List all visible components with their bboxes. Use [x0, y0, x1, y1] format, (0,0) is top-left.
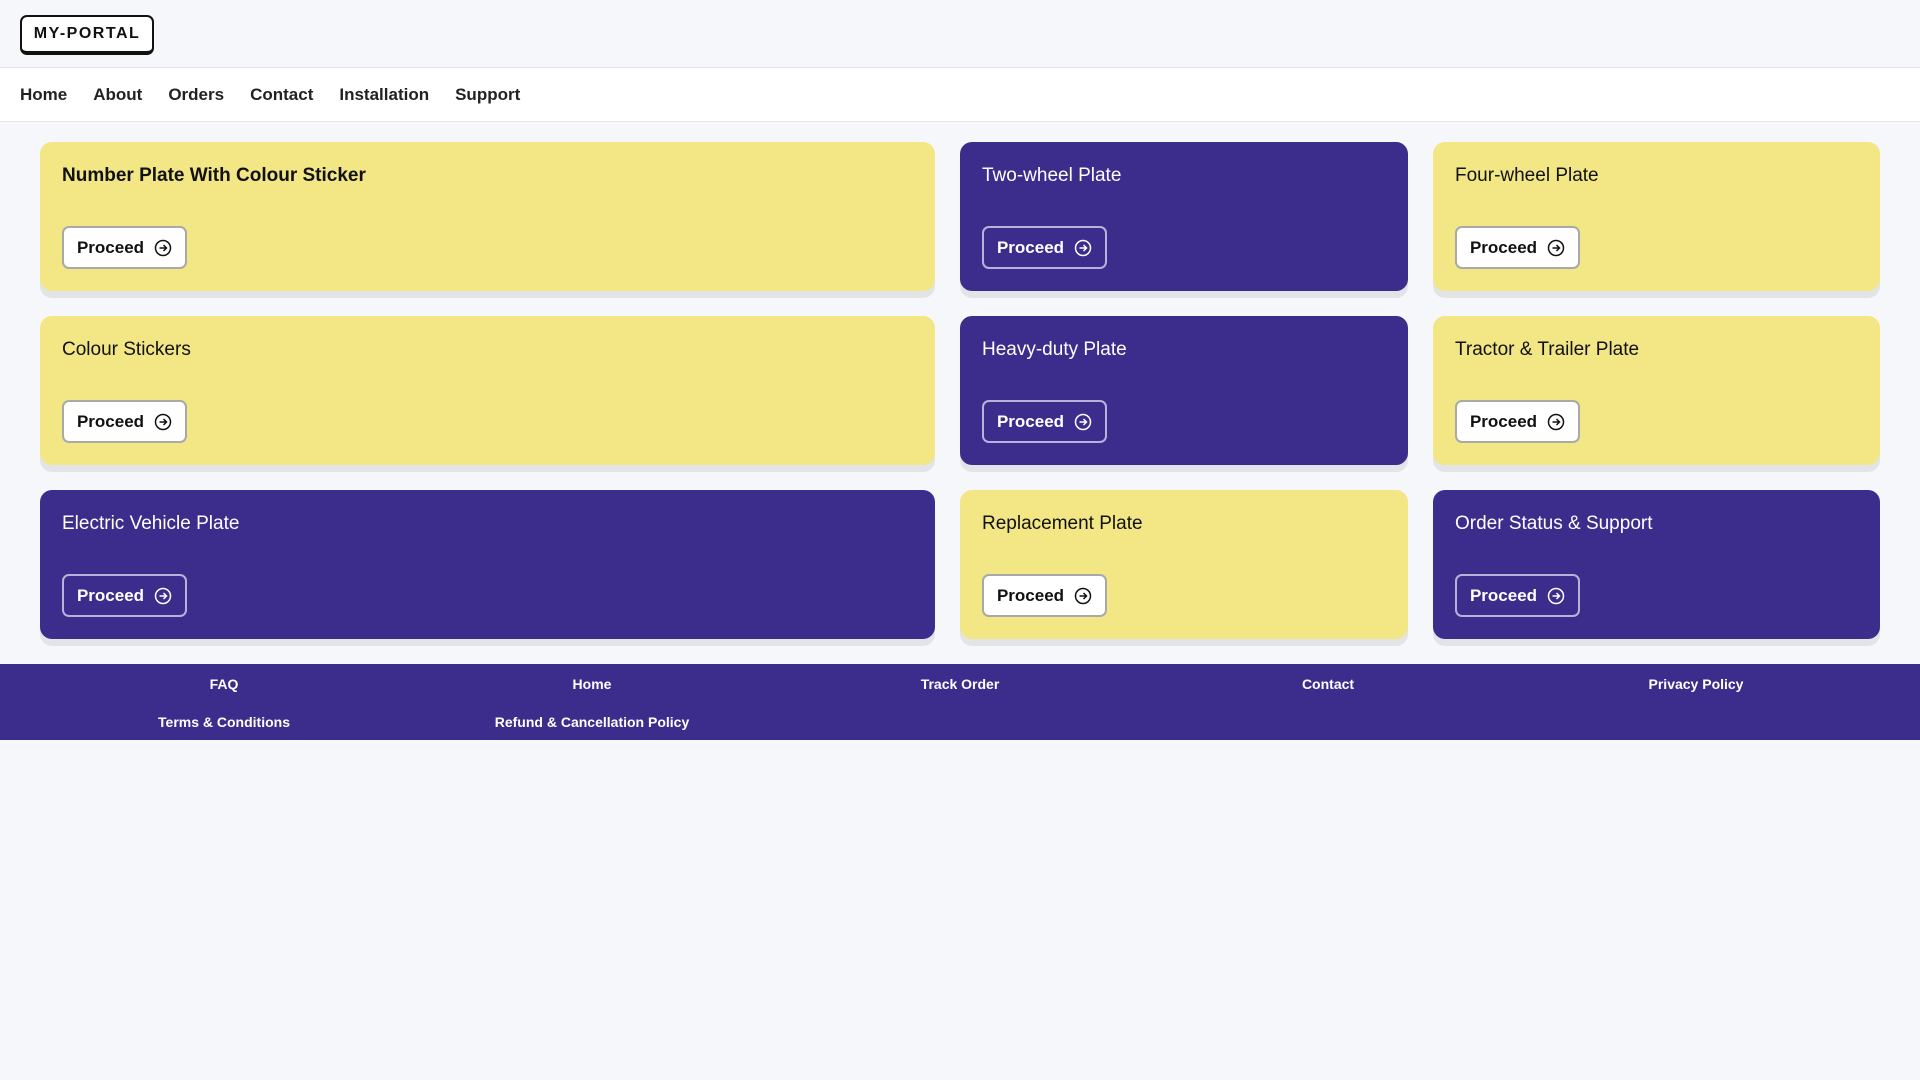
arrow-circle-right-icon	[154, 413, 172, 431]
proceed-label: Proceed	[996, 411, 1065, 431]
footer-privacy-policy[interactable]: Privacy Policy	[1512, 676, 1880, 695]
arrow-circle-right-icon	[1074, 239, 1092, 257]
proceed-label: Proceed	[1469, 585, 1538, 605]
header: MY-PORTAL	[0, 0, 1920, 68]
nav-support[interactable]: Support	[455, 85, 520, 105]
card-title: Number Plate With Colour Sticker	[62, 165, 366, 186]
service-card: Heavy-duty Plate Proceed	[960, 316, 1408, 465]
arrow-circle-right-icon	[1074, 587, 1092, 605]
proceed-button[interactable]: Proceed	[62, 400, 187, 443]
arrow-circle-right-icon	[1074, 413, 1092, 431]
proceed-button[interactable]: Proceed	[982, 226, 1107, 269]
nav-orders[interactable]: Orders	[168, 85, 224, 105]
service-card: Tractor & Trailer Plate Proceed	[1433, 316, 1880, 465]
arrow-circle-right-icon	[1547, 239, 1565, 257]
proceed-label: Proceed	[76, 585, 145, 605]
logo[interactable]: MY-PORTAL	[20, 15, 154, 55]
proceed-label: Proceed	[1469, 237, 1538, 257]
proceed-button[interactable]: Proceed	[1455, 226, 1580, 269]
proceed-button[interactable]: Proceed	[982, 574, 1107, 617]
proceed-button[interactable]: Proceed	[62, 226, 187, 269]
main-nav: Home About Orders Contact Installation S…	[0, 68, 1920, 122]
card-title: Replacement Plate	[982, 513, 1143, 534]
card-title: Four-wheel Plate	[1455, 165, 1599, 186]
nav-home[interactable]: Home	[20, 85, 67, 105]
service-card: Replacement Plate Proceed	[960, 490, 1408, 639]
proceed-label: Proceed	[996, 237, 1065, 257]
service-grid: Number Plate With Colour Sticker Proceed…	[0, 122, 1920, 639]
service-card: Four-wheel Plate Proceed	[1433, 142, 1880, 291]
nav-contact[interactable]: Contact	[250, 85, 313, 105]
proceed-label: Proceed	[996, 585, 1065, 605]
service-card: Number Plate With Colour Sticker Proceed	[40, 142, 935, 291]
arrow-circle-right-icon	[1547, 413, 1565, 431]
card-title: Order Status & Support	[1455, 513, 1653, 534]
arrow-circle-right-icon	[154, 239, 172, 257]
nav-installation[interactable]: Installation	[339, 85, 429, 105]
proceed-label: Proceed	[1469, 411, 1538, 431]
proceed-label: Proceed	[76, 411, 145, 431]
footer-faq[interactable]: FAQ	[40, 676, 408, 695]
footer-home[interactable]: Home	[408, 676, 776, 695]
arrow-circle-right-icon	[154, 587, 172, 605]
proceed-button[interactable]: Proceed	[62, 574, 187, 617]
service-card: Electric Vehicle Plate Proceed	[40, 490, 935, 639]
card-title: Two-wheel Plate	[982, 165, 1122, 186]
proceed-label: Proceed	[76, 237, 145, 257]
service-card: Two-wheel Plate Proceed	[960, 142, 1408, 291]
arrow-circle-right-icon	[1547, 587, 1565, 605]
proceed-button[interactable]: Proceed	[982, 400, 1107, 443]
card-title: Tractor & Trailer Plate	[1455, 339, 1640, 360]
proceed-button[interactable]: Proceed	[1455, 400, 1580, 443]
footer-contact[interactable]: Contact	[1144, 676, 1512, 695]
footer-terms[interactable]: Terms & Conditions	[40, 714, 408, 733]
card-title: Colour Stickers	[62, 339, 191, 360]
footer-track-order[interactable]: Track Order	[776, 676, 1144, 695]
nav-about[interactable]: About	[93, 85, 142, 105]
footer: FAQ Home Track Order Contact Privacy Pol…	[0, 664, 1920, 740]
footer-refund-policy[interactable]: Refund & Cancellation Policy	[408, 714, 776, 733]
service-card: Colour Stickers Proceed	[40, 316, 935, 465]
card-title: Electric Vehicle Plate	[62, 513, 240, 534]
proceed-button[interactable]: Proceed	[1455, 574, 1580, 617]
card-title: Heavy-duty Plate	[982, 339, 1127, 360]
service-card: Order Status & Support Proceed	[1433, 490, 1880, 639]
